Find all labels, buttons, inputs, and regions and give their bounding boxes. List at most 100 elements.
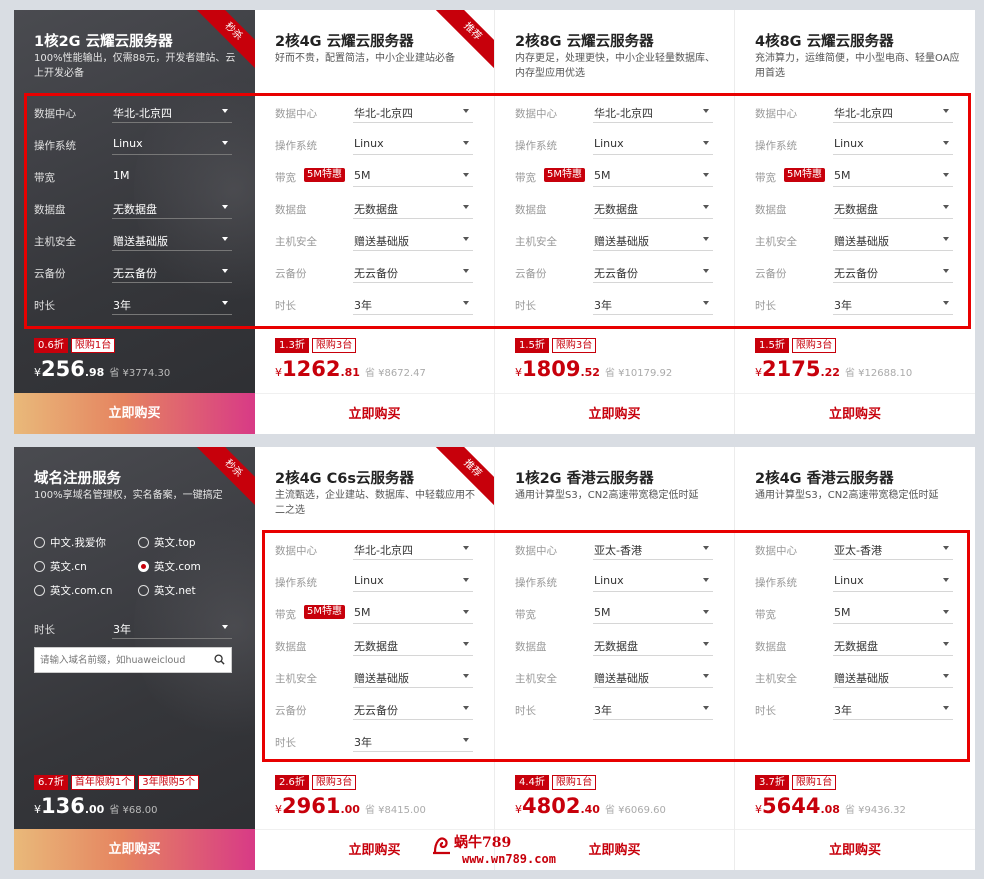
price: ¥256.98 省 ¥3774.30 xyxy=(34,357,171,381)
datacenter-select[interactable]: 亚太-香港 xyxy=(593,535,713,560)
radio-option-cn-aini[interactable]: 中文.我爱你 xyxy=(34,535,106,550)
security-select[interactable]: 赠送基础版 xyxy=(833,663,953,688)
bandwidth-select[interactable]: 5M xyxy=(833,599,953,624)
os-select[interactable]: Linux xyxy=(593,567,713,592)
discount-badge: 2.6折 xyxy=(275,775,309,790)
duration-select[interactable]: 3年 xyxy=(593,290,713,315)
product-title: 2核8G 云耀云服务器 xyxy=(515,34,654,50)
caret-down-icon xyxy=(943,642,949,646)
buy-now-button[interactable]: 立即购买 xyxy=(735,393,975,434)
os-select[interactable]: Linux xyxy=(593,130,713,155)
buy-now-button[interactable]: 立即购买 xyxy=(14,829,255,870)
radio-option-top[interactable]: 英文.top xyxy=(138,535,196,550)
caret-down-icon xyxy=(703,578,709,582)
product-card-2c8g: 2核8G 云耀云服务器 内存更足，处理更快，中小企业轻量数据库、内存型应用优选 … xyxy=(495,10,735,434)
radio-option-com[interactable]: 英文.com xyxy=(138,559,201,574)
bandwidth-select[interactable]: 5M xyxy=(353,599,473,624)
domain-search-input[interactable] xyxy=(35,648,205,673)
caret-down-icon xyxy=(222,141,228,145)
config-row-security: 主机安全 赠送基础版 xyxy=(515,663,715,695)
duration-select[interactable]: 3年 xyxy=(353,727,473,752)
disk-select[interactable]: 无数据盘 xyxy=(593,631,713,656)
radio-option-com-cn[interactable]: 英文.com.cn xyxy=(34,583,113,598)
caret-down-icon xyxy=(463,141,469,145)
limit-badge: 限购3台 xyxy=(791,338,837,353)
datacenter-select[interactable]: 华北-北京四 xyxy=(593,98,713,123)
product-desc: 内存更足，处理更快，中小企业轻量数据库、内存型应用优选 xyxy=(515,53,715,79)
config-row-datacenter: 数据中心 亚太-香港 xyxy=(515,535,715,567)
disk-select[interactable]: 无数据盘 xyxy=(833,194,953,219)
security-select[interactable]: 赠送基础版 xyxy=(593,226,713,251)
row-label: 时长 xyxy=(515,300,536,312)
row-label: 数据盘 xyxy=(275,641,307,653)
caret-down-icon xyxy=(463,173,469,177)
security-select[interactable]: 赠送基础版 xyxy=(112,226,232,251)
disk-select[interactable]: 无数据盘 xyxy=(593,194,713,219)
buy-now-button[interactable]: 立即购买 xyxy=(495,393,734,434)
config-row-disk: 数据盘 无数据盘 xyxy=(755,631,955,663)
datacenter-select[interactable]: 华北-北京四 xyxy=(112,98,232,123)
os-select[interactable]: Linux xyxy=(833,567,953,592)
row-label: 主机安全 xyxy=(755,236,797,248)
radio-option-cn[interactable]: 英文.cn xyxy=(34,559,87,574)
duration-select[interactable]: 3年 xyxy=(112,290,232,315)
caret-down-icon xyxy=(943,205,949,209)
caret-down-icon xyxy=(463,109,469,113)
caret-down-icon xyxy=(463,205,469,209)
os-select[interactable]: Linux xyxy=(353,567,473,592)
duration-select[interactable]: 3年 xyxy=(833,695,953,720)
row-label: 数据中心 xyxy=(755,545,797,557)
buy-now-button[interactable]: 立即购买 xyxy=(735,829,975,870)
bandwidth-select[interactable]: 5M xyxy=(833,162,953,187)
caret-down-icon xyxy=(463,642,469,646)
radio-icon xyxy=(34,537,45,548)
disk-select[interactable]: 无数据盘 xyxy=(353,194,473,219)
os-select[interactable]: Linux xyxy=(833,130,953,155)
os-select[interactable]: Linux xyxy=(112,130,232,155)
security-select[interactable]: 赠送基础版 xyxy=(353,663,473,688)
datacenter-select[interactable]: 华北-北京四 xyxy=(353,98,473,123)
backup-select[interactable]: 无云备份 xyxy=(833,258,953,283)
duration-select[interactable]: 3年 xyxy=(353,290,473,315)
radio-icon xyxy=(34,561,45,572)
security-select[interactable]: 赠送基础版 xyxy=(833,226,953,251)
disk-select[interactable]: 无数据盘 xyxy=(833,631,953,656)
row-label: 操作系统 xyxy=(755,577,797,589)
row-label: 数据盘 xyxy=(515,641,547,653)
config-row-datacenter: 数据中心 华北-北京四 xyxy=(275,98,475,130)
row-label: 操作系统 xyxy=(515,140,557,152)
backup-select[interactable]: 无云备份 xyxy=(593,258,713,283)
product-title: 1核2G 云耀云服务器 xyxy=(34,34,173,50)
bandwidth-select[interactable]: 5M xyxy=(593,162,713,187)
radio-option-net[interactable]: 英文.net xyxy=(138,583,196,598)
duration-select[interactable]: 3年 xyxy=(833,290,953,315)
backup-select[interactable]: 无云备份 xyxy=(353,695,473,720)
security-select[interactable]: 赠送基础版 xyxy=(353,226,473,251)
os-select[interactable]: Linux xyxy=(353,130,473,155)
disk-select[interactable]: 无数据盘 xyxy=(112,194,232,219)
disk-select[interactable]: 无数据盘 xyxy=(353,631,473,656)
config-row-os: 操作系统 Linux xyxy=(275,567,475,599)
limit-badge: 首年限购1个 xyxy=(70,775,136,790)
bandwidth-select[interactable]: 5M xyxy=(353,162,473,187)
bandwidth-value: 1M xyxy=(113,169,130,182)
security-select[interactable]: 赠送基础版 xyxy=(593,663,713,688)
search-icon[interactable] xyxy=(214,654,225,665)
config-rows: 数据中心 华北-北京四 操作系统 Linux 带宽 5M特惠 5M 数据盘 无数据盘 主机… xyxy=(755,98,955,322)
config-rows: 数据中心 华北-北京四 操作系统 Linux 带宽 5M特惠 5M 数据盘 无数据盘 主机… xyxy=(275,535,475,759)
datacenter-select[interactable]: 华北-北京四 xyxy=(353,535,473,560)
buy-now-button[interactable]: 立即购买 xyxy=(255,393,494,434)
buy-now-button[interactable]: 立即购买 xyxy=(14,393,255,434)
duration-select[interactable]: 3年 xyxy=(112,614,232,639)
backup-select[interactable]: 无云备份 xyxy=(112,258,232,283)
backup-select[interactable]: 无云备份 xyxy=(353,258,473,283)
duration-select[interactable]: 3年 xyxy=(593,695,713,720)
config-row-duration: 时长 3年 xyxy=(34,290,234,322)
config-row-os: 操作系统 Linux xyxy=(515,130,715,162)
caret-down-icon xyxy=(943,109,949,113)
datacenter-select[interactable]: 亚太-香港 xyxy=(833,535,953,560)
bandwidth-select[interactable]: 5M xyxy=(593,599,713,624)
product-card-2c4g: 推荐 2核4G 云耀云服务器 好而不贵，配置简洁，中小企业建站必备 数据中心 华北… xyxy=(255,10,495,434)
config-row-os: 操作系统 Linux xyxy=(755,567,955,599)
datacenter-select[interactable]: 华北-北京四 xyxy=(833,98,953,123)
